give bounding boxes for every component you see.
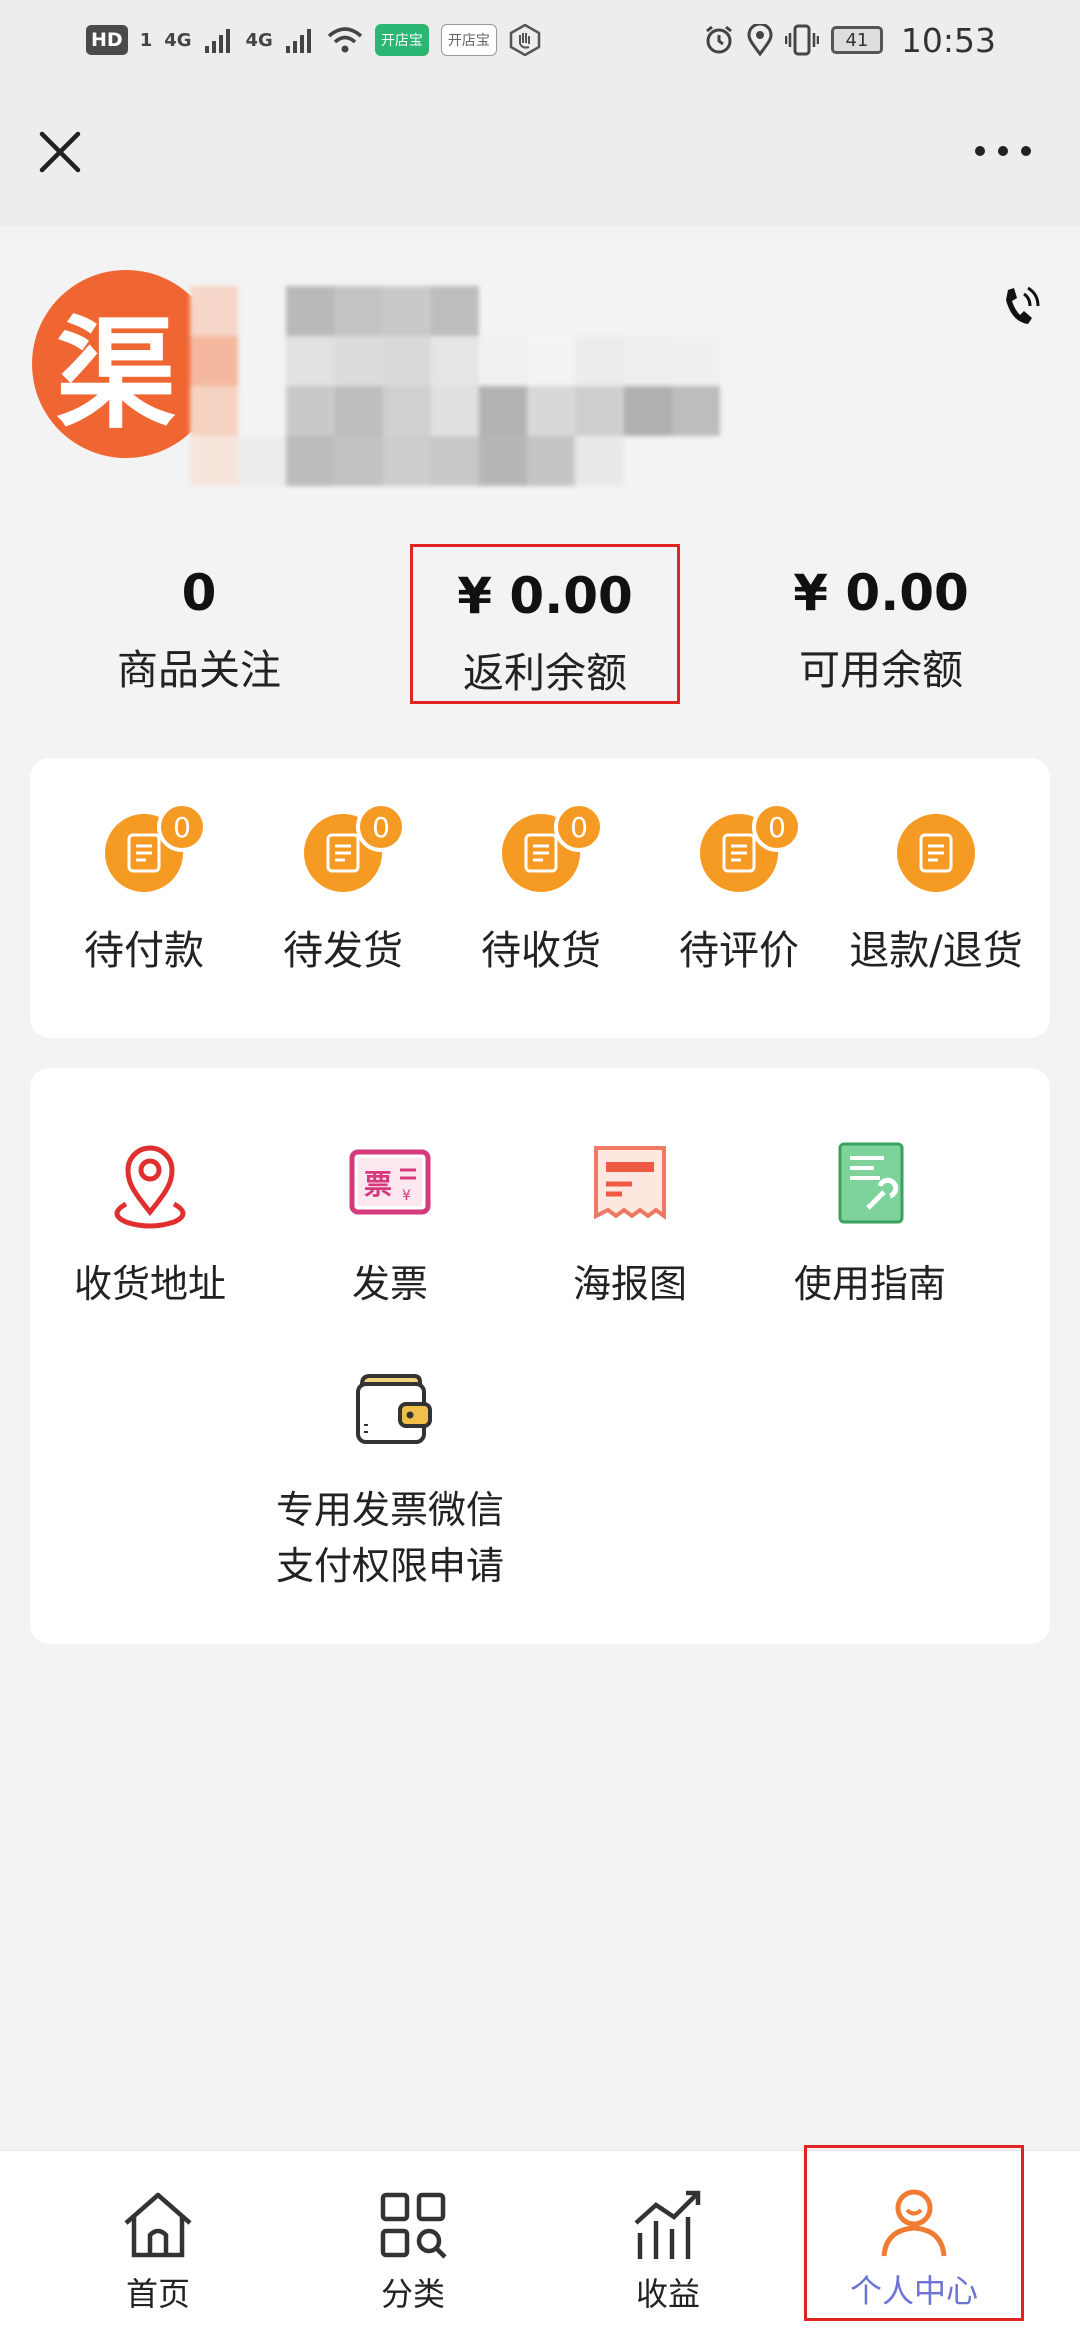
order-doc-icon bbox=[897, 814, 975, 892]
order-status-card: 0 待付款 0 待发货 0 待收货 0 待评价 退款/退货 bbox=[30, 758, 1050, 1038]
stat-available-balance[interactable]: ¥ 0.00 可用余额 bbox=[746, 544, 1016, 704]
svg-text:¥: ¥ bbox=[402, 1188, 411, 1204]
network-type-2: 4G bbox=[245, 29, 273, 51]
service-label: 海报图 bbox=[572, 1262, 687, 1306]
invoice-icon: 票 ¥ bbox=[349, 1149, 431, 1215]
stat-label: 可用余额 bbox=[799, 646, 963, 694]
network-type-1: 4G bbox=[164, 29, 192, 51]
sim-indicator: 1 bbox=[139, 29, 153, 51]
title-bar bbox=[0, 80, 1080, 226]
stat-value: ¥ 0.00 bbox=[457, 567, 633, 625]
service-user-guide[interactable]: 使用指南 bbox=[750, 1134, 990, 1312]
location-icon bbox=[747, 24, 773, 56]
hand-icon bbox=[509, 24, 541, 56]
close-icon[interactable] bbox=[30, 122, 90, 182]
stat-rebate-balance[interactable]: ¥ 0.00 返利余额 bbox=[410, 544, 680, 704]
service-poster[interactable]: 海报图 bbox=[510, 1134, 750, 1312]
service-wechat-pay-permission[interactable]: 专用发票微信 支付权限申请 bbox=[270, 1360, 510, 1594]
vibrate-icon bbox=[784, 24, 819, 56]
page: HD 1 4G 4G 开店宝 开店宝 41 10:53 渠 0 商品关注 ¥ 0… bbox=[0, 0, 1080, 2340]
user-icon bbox=[881, 2189, 947, 2257]
order-pending-review[interactable]: 0 待评价 bbox=[639, 802, 839, 976]
order-count-badge: 0 bbox=[356, 802, 406, 852]
service-invoice[interactable]: 票 ¥ 发票 bbox=[270, 1134, 510, 1312]
category-icon bbox=[380, 2192, 447, 2259]
app-badge-icon: 开店宝 bbox=[374, 24, 429, 56]
svg-text:票: 票 bbox=[364, 1168, 392, 1201]
status-right: 41 10:53 bbox=[703, 21, 996, 60]
wallet-icon bbox=[356, 1374, 432, 1444]
service-label: 专用发票微信 支付权限申请 bbox=[270, 1482, 510, 1594]
order-count-badge: 0 bbox=[752, 802, 802, 852]
status-left: HD 1 4G 4G 开店宝 开店宝 bbox=[86, 24, 541, 56]
tab-label: 分类 bbox=[380, 2275, 445, 2313]
order-label: 待发货 bbox=[283, 928, 403, 974]
service-label: 发票 bbox=[351, 1262, 428, 1306]
order-label: 待付款 bbox=[84, 928, 204, 974]
order-pending-shipment[interactable]: 0 待发货 bbox=[243, 802, 443, 976]
services-card: 收货地址 票 ¥ 发票 海报图 使用指南 专用发票微信 支付权限申请 bbox=[30, 1068, 1050, 1644]
poster-icon bbox=[594, 1146, 666, 1220]
order-label: 退款/退货 bbox=[849, 928, 1023, 974]
order-label: 待评价 bbox=[679, 928, 799, 974]
wifi-icon bbox=[327, 27, 362, 53]
stat-label: 商品关注 bbox=[117, 646, 281, 694]
signal-icon bbox=[204, 29, 230, 53]
service-label-line1: 专用发票微信 bbox=[275, 1488, 504, 1532]
service-label-line2: 支付权限申请 bbox=[275, 1544, 504, 1588]
tab-earnings[interactable]: 收益 bbox=[568, 2151, 768, 2340]
user-name-blurred bbox=[190, 286, 720, 486]
tab-home[interactable]: 首页 bbox=[58, 2151, 258, 2340]
bottom-tab-bar: 首页 分类 收益 个人中心 bbox=[0, 2145, 1080, 2340]
signal-icon bbox=[285, 29, 311, 53]
order-pending-receipt[interactable]: 0 待收货 bbox=[441, 802, 641, 976]
avatar-text: 渠 bbox=[56, 306, 176, 445]
earnings-icon bbox=[634, 2190, 701, 2259]
hd-indicator: HD bbox=[86, 25, 128, 55]
tab-label: 首页 bbox=[125, 2275, 190, 2313]
app-badge-icon: 开店宝 bbox=[440, 24, 497, 56]
more-options-icon[interactable] bbox=[968, 136, 1038, 166]
guide-icon bbox=[838, 1142, 904, 1224]
status-bar: HD 1 4G 4G 开店宝 开店宝 41 10:53 bbox=[0, 0, 1080, 80]
home-icon bbox=[124, 2192, 192, 2258]
tab-user-center[interactable]: 个人中心 bbox=[804, 2145, 1024, 2321]
service-label: 使用指南 bbox=[793, 1262, 946, 1306]
service-shipping-address[interactable]: 收货地址 bbox=[30, 1134, 270, 1312]
location-pin-icon bbox=[114, 1145, 186, 1229]
order-count-badge: 0 bbox=[157, 802, 207, 852]
profile-header: 渠 bbox=[0, 226, 1080, 526]
battery-indicator: 41 bbox=[830, 26, 883, 54]
stat-value: ¥ 0.00 bbox=[793, 564, 969, 622]
order-doc-icon: 0 bbox=[105, 802, 207, 892]
clock: 10:53 bbox=[900, 20, 996, 60]
stat-value: 0 bbox=[181, 564, 217, 622]
order-doc-icon: 0 bbox=[304, 802, 406, 892]
tab-category[interactable]: 分类 bbox=[313, 2151, 513, 2340]
service-label: 收货地址 bbox=[73, 1262, 226, 1306]
tab-label: 个人中心 bbox=[849, 2272, 978, 2310]
order-pending-payment[interactable]: 0 待付款 bbox=[44, 802, 244, 976]
balance-stats: 0 商品关注 ¥ 0.00 返利余额 ¥ 0.00 可用余额 bbox=[0, 526, 1080, 716]
tab-label: 收益 bbox=[635, 2275, 700, 2313]
order-refund-return[interactable]: 退款/退货 bbox=[836, 814, 1036, 976]
order-doc-icon: 0 bbox=[502, 802, 604, 892]
alarm-icon bbox=[705, 25, 732, 54]
stat-label: 返利余额 bbox=[463, 649, 627, 697]
order-count-badge: 0 bbox=[554, 802, 604, 852]
order-doc-icon: 0 bbox=[700, 802, 802, 892]
order-label: 待收货 bbox=[481, 928, 601, 974]
stat-followed-products[interactable]: 0 商品关注 bbox=[64, 544, 334, 704]
phone-icon[interactable] bbox=[998, 282, 1042, 332]
